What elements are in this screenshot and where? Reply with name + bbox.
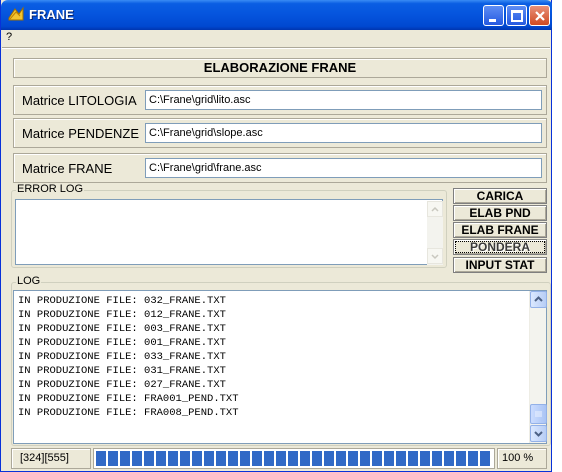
error-log-legend: ERROR LOG — [16, 183, 85, 195]
error-log-scrollbar[interactable] — [427, 201, 443, 265]
pondera-button[interactable]: PONDERA — [453, 239, 547, 255]
log-line: IN PRODUZIONE FILE: FRA001_PEND.TXT — [18, 393, 239, 405]
app-window: FRANE ? ELABORAZIONE FRANE Matrice LITOL… — [0, 0, 553, 472]
scroll-up-icon[interactable] — [427, 201, 443, 217]
section-title: ELABORAZIONE FRANE — [13, 58, 547, 78]
title-bar[interactable]: FRANE — [1, 0, 553, 30]
pendenze-label: Matrice PENDENZE — [22, 126, 140, 141]
log-line: IN PRODUZIONE FILE: 027_FRANE.TXT — [18, 379, 226, 391]
frane-label: Matrice FRANE — [22, 161, 113, 176]
log-line: IN PRODUZIONE FILE: 001_FRANE.TXT — [18, 337, 226, 349]
elab-frane-button[interactable]: ELAB FRANE — [453, 222, 547, 238]
progress-percent: 100 % — [497, 448, 547, 469]
log-line: IN PRODUZIONE FILE: 003_FRANE.TXT — [18, 323, 226, 335]
scroll-down-icon[interactable] — [427, 248, 443, 264]
log-line: IN PRODUZIONE FILE: 031_FRANE.TXT — [18, 365, 226, 377]
pendenze-input[interactable]: C:\Frane\grid\slope.asc — [145, 123, 542, 143]
menu-bar: ? — [1, 30, 551, 46]
close-button[interactable] — [529, 5, 550, 26]
maximize-icon — [511, 10, 523, 22]
frane-row: Matrice FRANE C:\Frane\grid\frane.asc — [13, 153, 547, 183]
background-strip — [552, 0, 562, 472]
scroll-up-icon[interactable] — [530, 291, 547, 308]
log-legend: LOG — [16, 275, 42, 287]
status-dimensions: [324][555] — [11, 448, 91, 469]
error-log-textarea[interactable] — [15, 199, 443, 265]
litologia-label: Matrice LITOLOGIA — [22, 93, 137, 108]
log-line: IN PRODUZIONE FILE: FRA008_PEND.TXT — [18, 407, 239, 419]
minimize-button[interactable] — [483, 5, 504, 26]
progress-fill — [96, 451, 492, 466]
frane-input[interactable]: C:\Frane\grid\frane.asc — [145, 158, 542, 178]
scroll-down-icon[interactable] — [530, 425, 547, 442]
log-scrollbar[interactable] — [529, 291, 547, 443]
app-icon — [8, 6, 24, 21]
scroll-thumb[interactable] — [530, 404, 547, 424]
minimize-icon — [489, 19, 496, 22]
log-textarea[interactable]: IN PRODUZIONE FILE: 032_FRANE.TXT IN PROD… — [13, 290, 547, 444]
log-line: IN PRODUZIONE FILE: 012_FRANE.TXT — [18, 309, 226, 321]
log-lines: IN PRODUZIONE FILE: 032_FRANE.TXT IN PROD… — [18, 294, 239, 420]
menu-separator — [2, 47, 550, 49]
menu-help[interactable]: ? — [6, 31, 12, 43]
maximize-button[interactable] — [506, 5, 527, 26]
elab-pnd-button[interactable]: ELAB PND — [453, 205, 547, 221]
error-log-group: ERROR LOG — [11, 183, 447, 268]
window-title: FRANE — [29, 7, 74, 22]
close-icon — [535, 11, 545, 21]
litologia-row: Matrice LITOLOGIA C:\Frane\grid\lito.asc — [13, 85, 547, 115]
carica-button[interactable]: CARICA — [453, 188, 547, 204]
input-stat-button[interactable]: INPUT STAT — [453, 257, 547, 273]
log-line: IN PRODUZIONE FILE: 032_FRANE.TXT — [18, 295, 226, 307]
log-line: IN PRODUZIONE FILE: 033_FRANE.TXT — [18, 351, 226, 363]
litologia-input[interactable]: C:\Frane\grid\lito.asc — [145, 90, 542, 110]
pendenze-row: Matrice PENDENZE C:\Frane\grid\slope.asc — [13, 118, 547, 148]
progress-bar — [93, 448, 495, 469]
